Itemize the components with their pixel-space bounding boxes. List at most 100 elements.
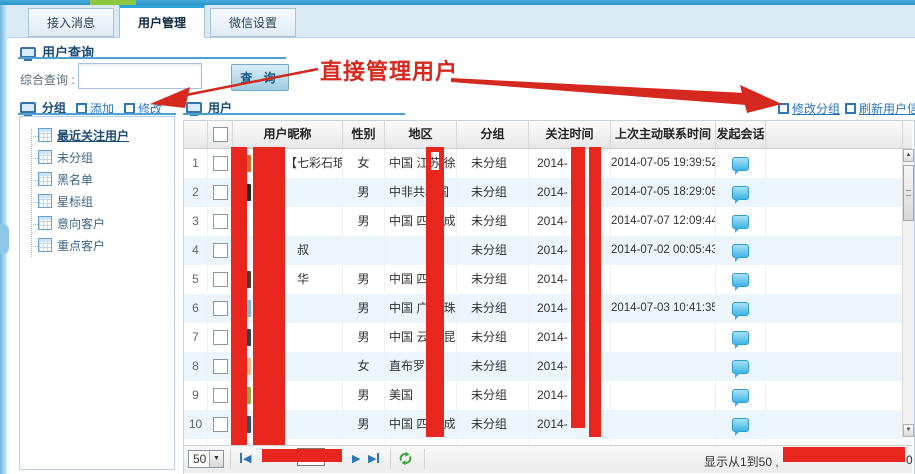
vertical-scrollbar[interactable]: ▲ ▼: [902, 149, 914, 437]
last-contact-cell: 2014-07-07 12:09:44: [611, 207, 716, 236]
row-checkbox[interactable]: [213, 243, 228, 258]
group-label: 意向客户: [57, 217, 105, 231]
query-field-label: 综合查询 :: [20, 71, 75, 88]
filler-cell: [766, 294, 903, 323]
row-checkbox-cell: [208, 410, 233, 439]
filler-cell: [766, 323, 903, 352]
grid-table-icon: [38, 194, 52, 208]
gender-cell: 女: [343, 149, 385, 178]
header-cell-5: 上次主动联系时间: [611, 121, 716, 148]
users-grid: 用户昵称性别地区分组关注时间上次主动联系时间发起会话 1【七彩石琅女中国 江苏 …: [183, 120, 915, 474]
query-button[interactable]: 查 询: [231, 64, 289, 91]
last-contact-cell: 2014-07-05 18:29:05: [611, 178, 716, 207]
row-checkbox[interactable]: [213, 272, 228, 287]
filler-cell: [766, 381, 903, 410]
scroll-down-button[interactable]: ▼: [903, 424, 914, 437]
chat-bubble-icon[interactable]: [732, 157, 749, 171]
filler-cell: [766, 352, 903, 381]
chat-cell: [716, 352, 766, 381]
chat-bubble-icon[interactable]: [732, 389, 749, 403]
tab-access-messages[interactable]: 接入消息: [28, 8, 114, 37]
gender-cell: 男: [343, 381, 385, 410]
chat-bubble-icon[interactable]: [732, 418, 749, 432]
redaction-bar: [253, 147, 285, 445]
group-tree-item[interactable]: 星标组: [20, 191, 174, 213]
modify-group-link[interactable]: 修改分组: [778, 100, 840, 117]
row-checkbox-cell: [208, 236, 233, 265]
row-checkbox[interactable]: [213, 417, 228, 432]
chat-bubble-icon[interactable]: [732, 273, 749, 287]
header-cell-0: 用户昵称: [233, 121, 343, 148]
table-row: 8女直布罗陀未分组2014-: [184, 352, 903, 381]
row-checkbox[interactable]: [213, 388, 228, 403]
last-contact-cell: 2014-07-05 19:39:52: [611, 149, 716, 178]
redaction-bar: [262, 449, 342, 462]
row-checkbox-cell: [208, 149, 233, 178]
table-row: 2男中非共和国未分组2014-2014-07-05 18:29:05: [184, 178, 903, 207]
tree-connector: [31, 180, 38, 181]
record-count-trailing: 0: [906, 453, 913, 467]
tree-connector: [31, 202, 38, 203]
chat-bubble-icon[interactable]: [732, 186, 749, 200]
tab-user-management[interactable]: 用户管理: [119, 5, 205, 38]
tab-wechat-settings[interactable]: 微信设置: [210, 8, 296, 37]
header-filler-cell: [766, 121, 903, 148]
grid-table-icon: [38, 216, 52, 230]
table-row: 9男美国未分组2014-: [184, 381, 903, 410]
last-page-button[interactable]: ▶: [368, 452, 380, 466]
gender-cell: 男: [343, 323, 385, 352]
redaction-bar: [783, 447, 905, 462]
row-checkbox[interactable]: [213, 330, 228, 345]
row-checkbox[interactable]: [213, 214, 228, 229]
panel-collapse-handle[interactable]: [0, 224, 9, 254]
next-page-button[interactable]: ▶: [352, 452, 360, 466]
scroll-up-button[interactable]: ▲: [903, 149, 914, 162]
filler-cell: [766, 410, 903, 439]
chat-cell: [716, 294, 766, 323]
refresh-user-info-link[interactable]: 刷新用户信息: [845, 100, 915, 117]
gender-cell: 男: [343, 178, 385, 207]
group-label: 星标组: [57, 195, 93, 209]
row-checkbox[interactable]: [213, 359, 228, 374]
redaction-bar: [231, 147, 247, 445]
chat-bubble-icon[interactable]: [732, 244, 749, 258]
table-row: 6男中国 广东 珠海未分组2014-2014-07-03 10:41:35: [184, 294, 903, 323]
chat-bubble-icon[interactable]: [732, 331, 749, 345]
first-page-button[interactable]: ◀: [239, 452, 251, 466]
group-cell: 未分组: [457, 323, 529, 352]
select-all-checkbox[interactable]: [213, 127, 228, 142]
redaction-bar: [589, 147, 601, 437]
page-size-select[interactable]: 50 ▼: [188, 450, 224, 468]
group-tree-item[interactable]: 意向客户: [20, 213, 174, 235]
annotation-text: 直接管理用户: [320, 54, 458, 86]
last-contact-cell: [611, 323, 716, 352]
window-icon: [778, 103, 789, 114]
row-checkbox[interactable]: [213, 301, 228, 316]
group-cell: 未分组: [457, 265, 529, 294]
row-checkbox-cell: [208, 265, 233, 294]
group-cell: 未分组: [457, 149, 529, 178]
group-tree-item[interactable]: 最近关注用户: [20, 125, 174, 147]
tree-connector: [31, 224, 38, 225]
grid-table-icon: [38, 128, 52, 142]
group-cell: 未分组: [457, 178, 529, 207]
gender-cell: 男: [343, 265, 385, 294]
group-tree-item[interactable]: 重点客户: [20, 235, 174, 257]
group-tree-item[interactable]: 未分组: [20, 147, 174, 169]
row-checkbox[interactable]: [213, 185, 228, 200]
redaction-bar: [426, 171, 444, 437]
refresh-icon[interactable]: [398, 451, 413, 469]
chat-bubble-icon[interactable]: [732, 302, 749, 316]
chat-bubble-icon[interactable]: [732, 215, 749, 229]
header-cell-2: 地区: [385, 121, 457, 148]
row-checkbox-cell: [208, 381, 233, 410]
search-input[interactable]: [78, 63, 202, 89]
row-number: 8: [184, 352, 208, 381]
row-checkbox[interactable]: [213, 156, 228, 171]
scrollbar-thumb[interactable]: [903, 165, 914, 221]
group-tree-item[interactable]: 黑名单: [20, 169, 174, 191]
filler-cell: [766, 236, 903, 265]
region-cell: 中国 四川: [385, 265, 457, 294]
chat-bubble-icon[interactable]: [732, 360, 749, 374]
tab-bar: 接入消息 用户管理 微信设置: [7, 5, 915, 38]
